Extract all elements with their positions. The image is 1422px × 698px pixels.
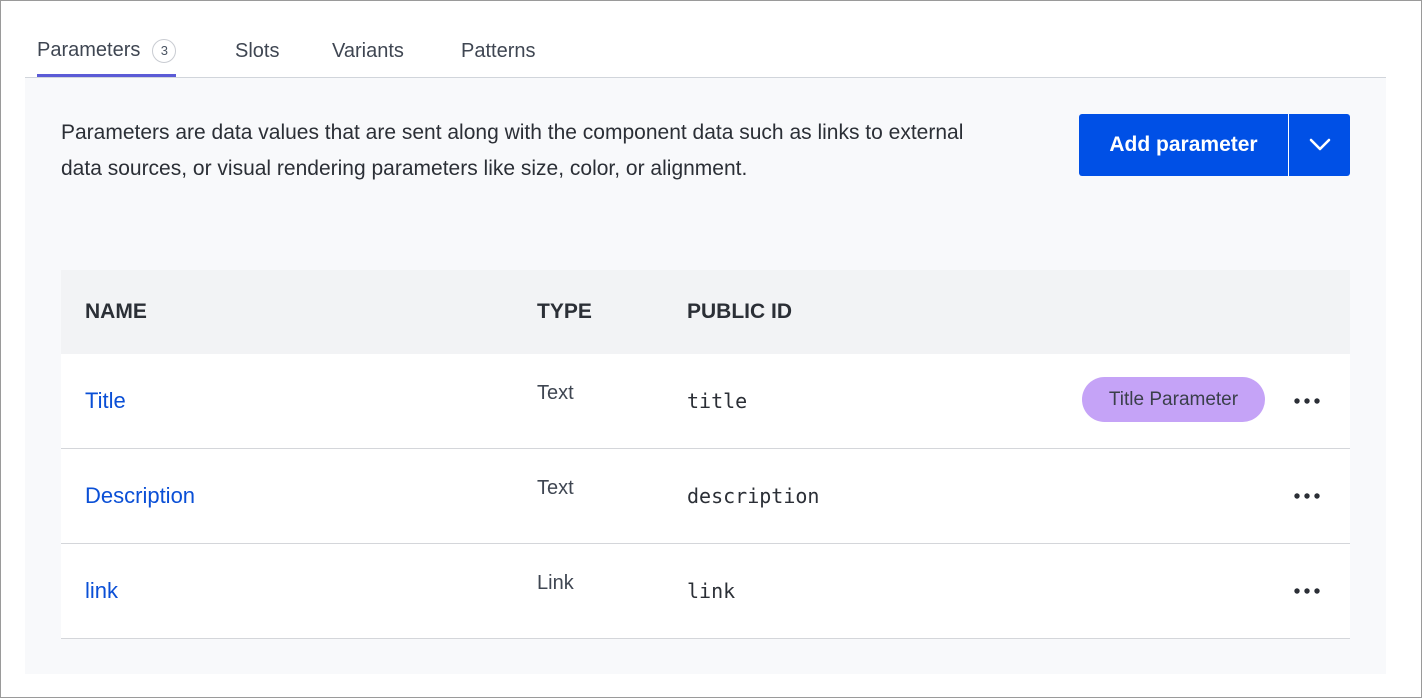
table-row: Description Text description (61, 449, 1350, 544)
table-row: link Link link (61, 544, 1350, 639)
tab-variants[interactable]: Variants (332, 27, 404, 76)
parameter-public-id: title (687, 389, 748, 413)
tab-label: Slots (235, 40, 280, 62)
parameter-name-link[interactable]: link (85, 544, 118, 638)
tab-patterns[interactable]: Patterns (461, 27, 535, 76)
count-badge: 3 (152, 38, 177, 63)
parameter-type: Text (537, 477, 574, 499)
parameter-public-id: description (687, 484, 820, 508)
parameter-type: Link (537, 572, 574, 594)
row-actions-button[interactable] (1293, 449, 1321, 543)
title-parameter-badge: Title Parameter (1082, 377, 1265, 422)
parameter-name-link[interactable]: Description (85, 449, 195, 543)
more-horizontal-icon (1294, 398, 1320, 404)
more-horizontal-icon (1294, 493, 1320, 499)
parameters-table: NAME TYPE PUBLIC ID Title Text title Tit… (61, 270, 1350, 639)
add-parameter-button[interactable]: Add parameter (1079, 114, 1289, 176)
tab-label: Patterns (461, 40, 536, 62)
tab-parameters[interactable]: Parameters 3 (37, 27, 177, 77)
table-header: NAME TYPE PUBLIC ID (61, 270, 1350, 354)
parameters-panel: Parameters are data values that are sent… (25, 78, 1386, 674)
column-header-name[interactable]: NAME (85, 270, 147, 354)
column-header-type[interactable]: TYPE (537, 270, 592, 354)
add-parameter-button-group: Add parameter (1079, 114, 1350, 176)
parameter-name-link[interactable]: Title (85, 354, 126, 448)
row-actions-button[interactable] (1293, 544, 1321, 638)
parameter-public-id: link (687, 579, 736, 603)
chevron-down-icon (1309, 138, 1330, 151)
table-row: Title Text title Title Parameter (61, 354, 1350, 449)
tab-bar: Parameters 3 Slots Variants Patterns (25, 27, 1386, 78)
tab-label: Variants (332, 40, 404, 62)
row-actions-button[interactable] (1293, 354, 1321, 448)
tab-label: Parameters (37, 39, 141, 61)
add-parameter-dropdown-button[interactable] (1289, 114, 1350, 176)
description-text: Parameters are data values that are sent… (61, 121, 964, 180)
tab-slots[interactable]: Slots (235, 27, 279, 76)
parameter-type: Text (537, 382, 574, 404)
column-header-public-id[interactable]: PUBLIC ID (687, 270, 792, 354)
more-horizontal-icon (1294, 588, 1320, 594)
